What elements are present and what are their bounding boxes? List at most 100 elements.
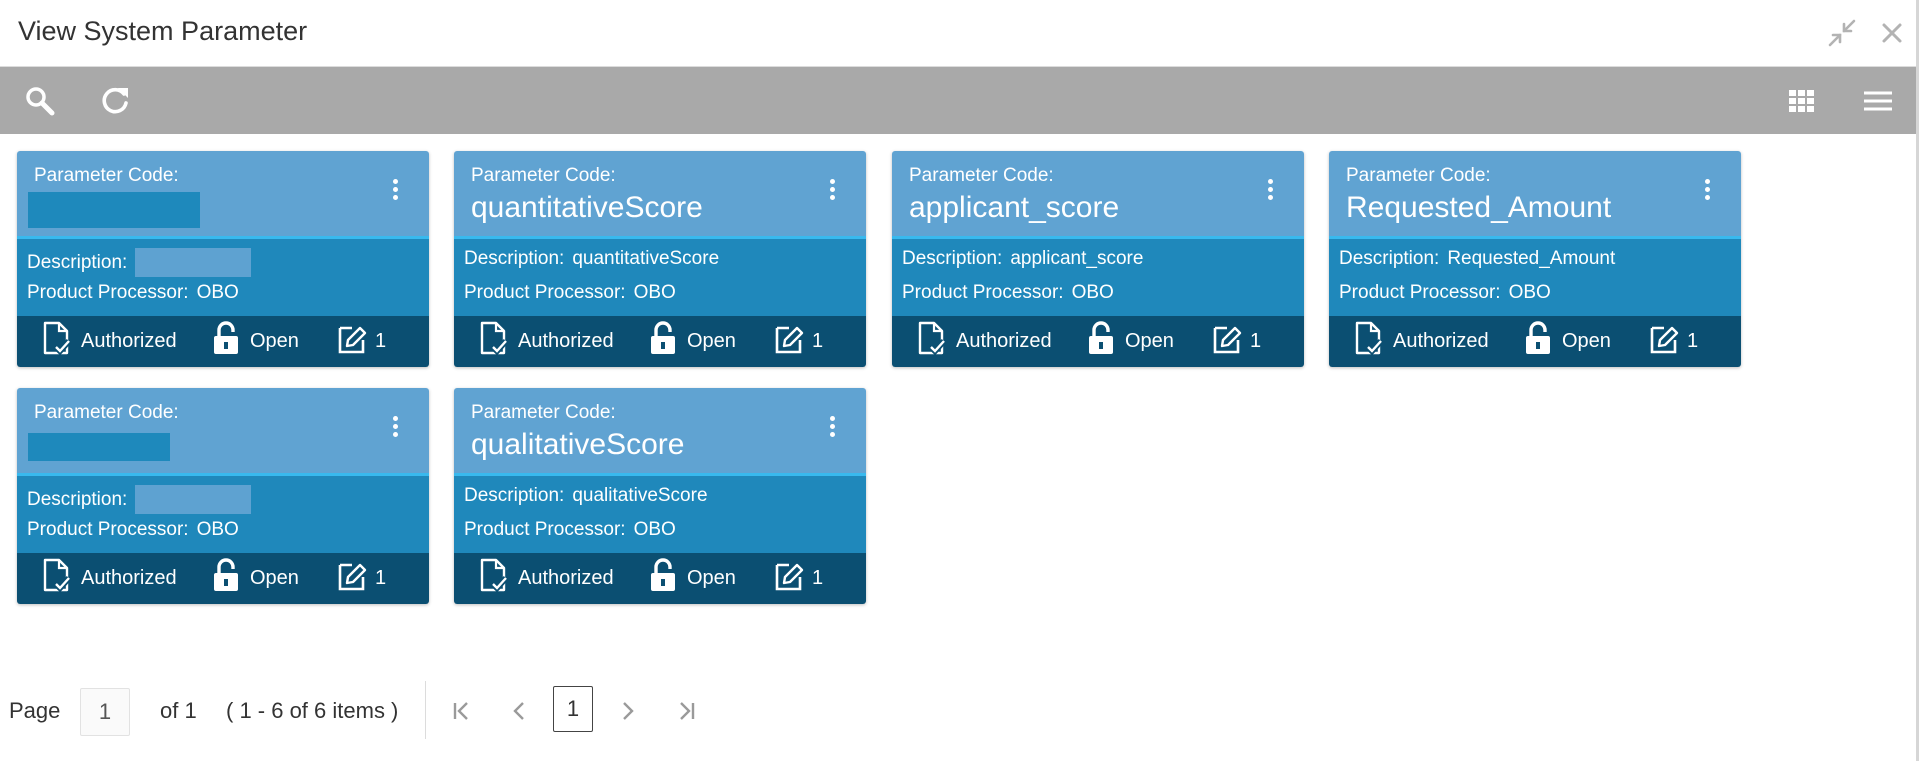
minimize-icon[interactable] bbox=[1827, 18, 1857, 48]
refresh-icon[interactable] bbox=[98, 84, 134, 118]
processor-row: Product Processor: OBO bbox=[27, 519, 239, 541]
card-footer: Authorized Open 1 bbox=[892, 316, 1304, 367]
close-icon[interactable] bbox=[1877, 18, 1907, 48]
more-options-icon[interactable] bbox=[391, 179, 399, 205]
edit-count[interactable]: 1 bbox=[335, 323, 386, 359]
description-value: quantitativeScore bbox=[572, 248, 720, 269]
processor-label: Product Processor: bbox=[464, 282, 626, 303]
unlock-icon bbox=[1522, 320, 1562, 362]
processor-value: OBO bbox=[633, 282, 676, 303]
document-check-icon bbox=[916, 320, 956, 362]
card-body: Description: Requested_Amount Product Proc… bbox=[1329, 239, 1741, 316]
parameter-code-label: Parameter Code: bbox=[471, 165, 616, 186]
pagination: Page of 1 ( 1 - 6 of 6 items ) 1 bbox=[0, 672, 900, 747]
page-number-input[interactable] bbox=[80, 688, 130, 736]
edit-count[interactable]: 1 bbox=[772, 560, 823, 596]
processor-row: Product Processor: OBO bbox=[464, 519, 676, 541]
description-value: Requested_Amount bbox=[1447, 248, 1616, 269]
status-label: Authorized bbox=[518, 566, 614, 589]
status-label: Authorized bbox=[81, 566, 177, 589]
parameter-code-value: quantitativeScore bbox=[471, 191, 703, 224]
next-page-icon[interactable] bbox=[612, 696, 642, 726]
more-options-icon[interactable] bbox=[1266, 179, 1274, 205]
description-row: Description: bbox=[27, 248, 252, 277]
authorized-status[interactable]: Authorized bbox=[478, 320, 614, 362]
description-value: applicant_score bbox=[1010, 248, 1144, 269]
description-row: Description: quantitativeScore bbox=[464, 248, 719, 270]
card-header: Parameter Code: Requested_Amount bbox=[1329, 151, 1741, 239]
more-options-icon[interactable] bbox=[828, 416, 836, 442]
edit-icon bbox=[1647, 320, 1687, 362]
status-label: Authorized bbox=[81, 329, 177, 352]
edit-count[interactable]: 1 bbox=[772, 323, 823, 359]
parameter-card[interactable]: Parameter Code: Requested_Amount Descripti… bbox=[1329, 151, 1741, 367]
edit-count[interactable]: 1 bbox=[1210, 323, 1261, 359]
toolbar bbox=[0, 67, 1919, 134]
first-page-icon[interactable] bbox=[447, 696, 477, 726]
description-row: Description: qualitativeScore bbox=[464, 485, 708, 507]
document-check-icon bbox=[478, 320, 518, 362]
parameter-card[interactable]: Parameter Code: Description: Product Proce… bbox=[17, 388, 429, 604]
parameter-card[interactable]: Parameter Code: qualitativeScore Descripti… bbox=[454, 388, 866, 604]
page-of-label: of 1 bbox=[160, 698, 197, 723]
edit-count-value: 1 bbox=[375, 329, 387, 352]
edit-count[interactable]: 1 bbox=[335, 560, 386, 596]
lock-status[interactable]: Open bbox=[647, 321, 736, 359]
current-page-button[interactable]: 1 bbox=[553, 686, 593, 732]
authorized-status[interactable]: Authorized bbox=[478, 558, 614, 596]
redacted-code bbox=[28, 433, 170, 461]
lock-label: Open bbox=[250, 329, 299, 352]
card-header: Parameter Code: quantitativeScore bbox=[454, 151, 866, 239]
card-footer: Authorized Open 1 bbox=[454, 316, 866, 367]
processor-row: Product Processor: OBO bbox=[464, 282, 676, 304]
lock-status[interactable]: Open bbox=[1085, 320, 1174, 362]
parameter-code-label: Parameter Code: bbox=[471, 402, 616, 423]
card-header: Parameter Code: bbox=[17, 151, 429, 239]
list-view-icon[interactable] bbox=[1860, 84, 1896, 118]
edit-count-value: 1 bbox=[375, 566, 387, 589]
processor-value: OBO bbox=[1508, 282, 1551, 303]
redacted-description bbox=[135, 485, 252, 514]
processor-row: Product Processor: OBO bbox=[1339, 282, 1551, 304]
lock-status[interactable]: Open bbox=[1522, 320, 1611, 362]
authorized-status[interactable]: Authorized bbox=[41, 558, 177, 596]
previous-page-icon[interactable] bbox=[505, 696, 535, 726]
search-icon[interactable] bbox=[22, 84, 58, 118]
lock-status[interactable]: Open bbox=[210, 558, 299, 596]
unlock-icon bbox=[1085, 320, 1125, 362]
authorized-status[interactable]: Authorized bbox=[916, 320, 1052, 362]
parameter-card[interactable]: Parameter Code: applicant_score Descriptio… bbox=[892, 151, 1304, 367]
processor-row: Product Processor: OBO bbox=[902, 282, 1114, 304]
more-options-icon[interactable] bbox=[1703, 179, 1711, 205]
card-footer: Authorized Open 1 bbox=[454, 553, 866, 604]
authorized-status[interactable]: Authorized bbox=[1353, 321, 1489, 359]
lock-label: Open bbox=[687, 566, 736, 589]
description-label: Description: bbox=[464, 248, 565, 269]
edit-count-value: 1 bbox=[1687, 329, 1699, 352]
status-label: Authorized bbox=[1393, 329, 1489, 352]
edit-count-value: 1 bbox=[812, 329, 824, 352]
parameter-card[interactable]: Parameter Code: quantitativeScore Descript… bbox=[454, 151, 866, 367]
edit-icon bbox=[772, 557, 812, 599]
processor-label: Product Processor: bbox=[1339, 282, 1501, 303]
unlock-icon bbox=[210, 320, 250, 362]
more-options-icon[interactable] bbox=[828, 179, 836, 205]
authorized-status[interactable]: Authorized bbox=[41, 321, 177, 359]
edit-count-value: 1 bbox=[812, 566, 824, 589]
grid-view-icon[interactable] bbox=[1784, 84, 1820, 118]
card-body: Description: qualitativeScore Product Proc… bbox=[454, 476, 866, 553]
lock-label: Open bbox=[1125, 329, 1174, 352]
last-page-icon[interactable] bbox=[671, 696, 701, 726]
page-label: Page bbox=[9, 698, 61, 723]
edit-icon bbox=[1210, 320, 1250, 362]
parameter-card[interactable]: Parameter Code: Description: Product Proce… bbox=[17, 151, 429, 367]
edit-count[interactable]: 1 bbox=[1647, 323, 1698, 359]
card-footer: Authorized Open 1 bbox=[17, 553, 429, 604]
card-header: Parameter Code: bbox=[17, 388, 429, 476]
status-label: Authorized bbox=[956, 329, 1052, 352]
lock-status[interactable]: Open bbox=[210, 320, 299, 362]
more-options-icon[interactable] bbox=[391, 416, 399, 442]
processor-label: Product Processor: bbox=[902, 282, 1064, 303]
lock-status[interactable]: Open bbox=[647, 558, 736, 596]
description-row: Description: bbox=[27, 485, 252, 514]
